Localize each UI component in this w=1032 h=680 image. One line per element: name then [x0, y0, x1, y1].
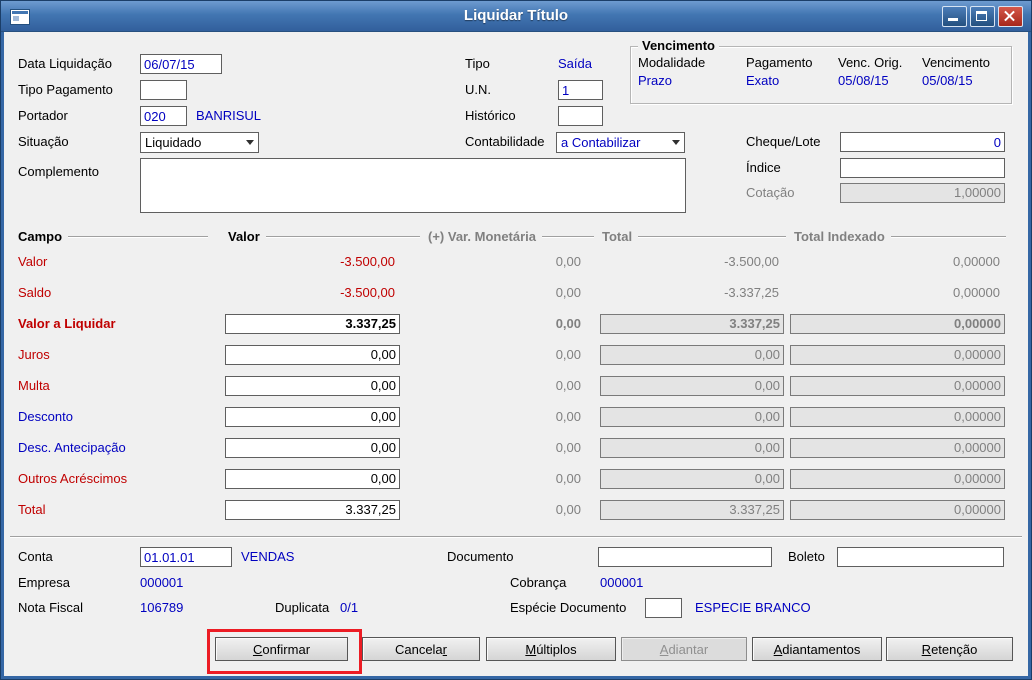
titlebar: Liquidar Título — [1, 1, 1031, 32]
retencao-button[interactable]: Retenção — [886, 637, 1013, 661]
close-button[interactable] — [998, 6, 1023, 27]
confirmar-button[interactable]: Confirmar — [215, 637, 348, 661]
window-title: Liquidar Título — [463, 7, 569, 24]
minimize-button[interactable] — [942, 6, 967, 27]
buttons-row: Confirmar Cancela r Múltiplos Adiantar Adiant… — [0, 0, 1032, 680]
minimize-icon — [948, 18, 958, 21]
vencimento-caption: Vencimento — [638, 39, 719, 53]
maximize-button[interactable] — [970, 6, 995, 27]
dialog-window: Liquidar Título Data Liquidação Tipo Pag… — [0, 0, 1032, 680]
window-controls — [942, 6, 1023, 27]
multiplos-button[interactable]: Múltiplos — [486, 637, 616, 661]
adiantamentos-button[interactable]: Adiantamentos — [752, 637, 882, 661]
maximize-icon — [976, 11, 987, 21]
cancelar-button[interactable]: Cancela r — [362, 637, 480, 661]
adiantar-button: Adiantar — [621, 637, 747, 661]
